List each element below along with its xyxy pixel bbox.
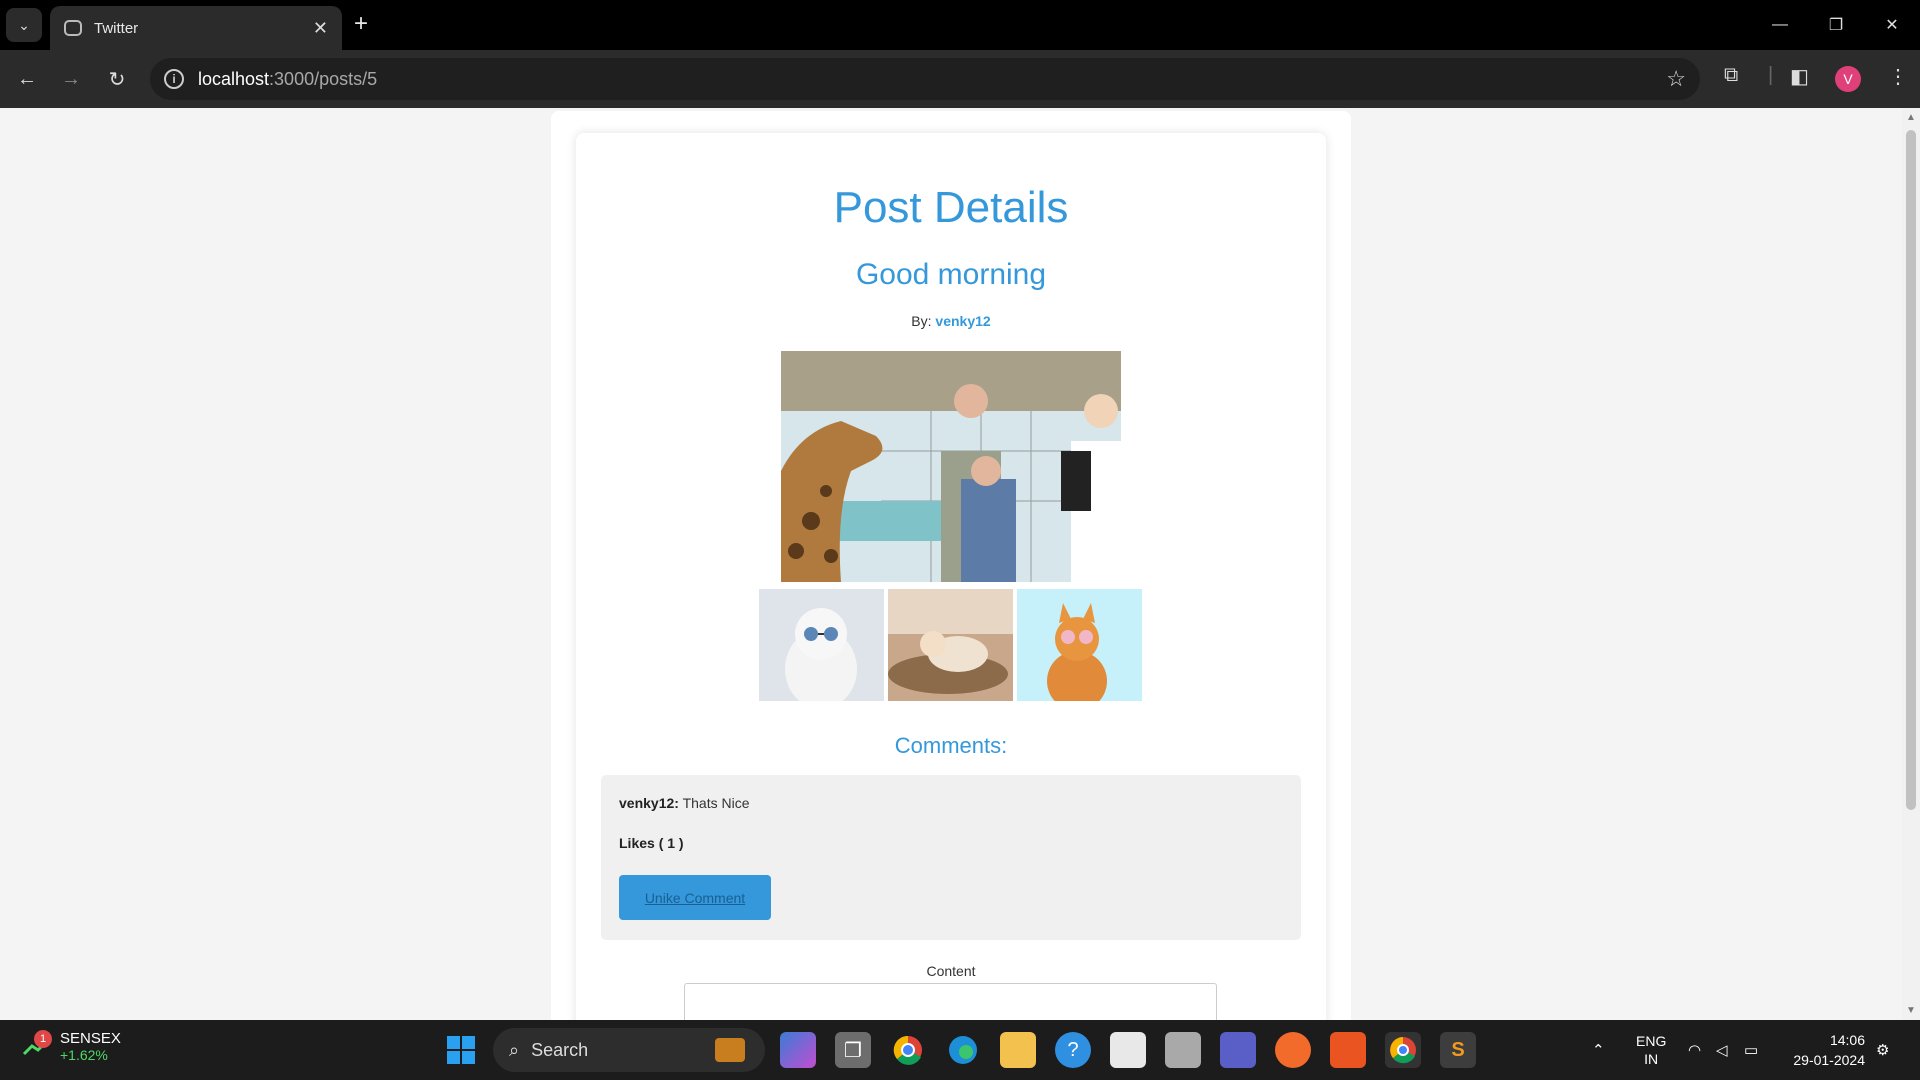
thumbnail-image[interactable] [1017, 589, 1142, 701]
tab-title: Twitter [94, 19, 139, 37]
minimize-icon[interactable]: — [1752, 0, 1808, 50]
notifications-icon[interactable]: ⚙ [1876, 1020, 1889, 1080]
bookmark-star-icon[interactable]: ☆ [1666, 66, 1686, 92]
new-tab-button[interactable]: + [354, 10, 368, 38]
clock-time: 14:06 [1829, 1032, 1865, 1048]
postman-app-icon[interactable] [1275, 1032, 1311, 1068]
taskbar-search[interactable]: ⌕ Search [493, 1028, 765, 1072]
notification-badge: 1 [34, 1029, 52, 1048]
content-input[interactable] [684, 983, 1217, 1020]
store-app-icon[interactable] [1110, 1032, 1146, 1068]
toolbar-divider: | [1768, 64, 1774, 86]
search-placeholder: Search [531, 1039, 589, 1060]
thumbnail-image[interactable] [759, 589, 884, 701]
briefcase-icon [715, 1038, 745, 1062]
extensions-icon[interactable]: ⧉ [1724, 64, 1738, 87]
help-app-icon[interactable]: ? [1055, 1032, 1091, 1068]
chevron-down-icon: ⌄ [18, 16, 30, 33]
scroll-down-icon[interactable]: ▼ [1906, 1005, 1916, 1016]
site-info-icon[interactable]: i [164, 69, 184, 89]
comment-text: venky12: Thats Nice [619, 795, 749, 811]
tab-favicon-icon [64, 20, 82, 36]
stock-chart-icon: 1 [22, 1029, 52, 1058]
url-path: :3000/posts/5 [269, 68, 378, 89]
back-button[interactable]: ← [12, 64, 42, 94]
page-title: Post Details [833, 183, 1069, 232]
address-bar[interactable]: i localhost :3000/posts/5 ☆ [150, 58, 1700, 100]
post-thumbnails [759, 589, 1142, 701]
teams-app-icon[interactable] [1220, 1032, 1256, 1068]
edge-app-icon[interactable] [945, 1032, 981, 1068]
profile-avatar[interactable]: V [1835, 66, 1861, 92]
volume-icon[interactable]: ◁ [1716, 1020, 1728, 1080]
sublime-app-icon[interactable]: S [1440, 1032, 1476, 1068]
post-main-image [781, 351, 1121, 582]
comments-heading: Comments: [894, 733, 1008, 758]
chrome-active-app-icon[interactable] [1385, 1032, 1421, 1068]
post-byline: By: venky12 [576, 313, 1326, 329]
byline-prefix: By: [911, 313, 936, 329]
comment-body: Thats Nice [678, 795, 750, 811]
browser-titlebar: ⌄ Twitter ✕ + — ❐ ✕ [0, 0, 1920, 50]
close-icon[interactable]: ✕ [313, 18, 328, 39]
battery-icon[interactable]: ▭ [1744, 1020, 1758, 1080]
ticker-change: +1.62% [60, 1047, 108, 1063]
windows-start-icon[interactable] [447, 1036, 475, 1064]
file-explorer-icon[interactable] [1000, 1032, 1036, 1068]
ticker-name: SENSEX [60, 1030, 121, 1047]
clock-date: 29-01-2024 [1793, 1052, 1865, 1068]
task-view-icon[interactable]: ❐ [835, 1032, 871, 1068]
windows-taskbar: 1 SENSEX +1.62% ⌕ Search ❐ ? S ⌃ ENG IN … [0, 1020, 1920, 1080]
tab-search-button[interactable]: ⌄ [6, 8, 42, 42]
comment-item: venky12: Thats Nice Likes ( 1 ) Unike Co… [601, 775, 1301, 940]
unlike-comment-button[interactable]: Unike Comment [619, 875, 771, 920]
copilot-app-icon[interactable] [780, 1032, 816, 1068]
window-controls: — ❐ ✕ [1752, 0, 1920, 50]
wifi-icon[interactable]: ◠ [1688, 1020, 1701, 1080]
scroll-up-icon[interactable]: ▲ [1906, 112, 1916, 123]
forward-button[interactable]: → [56, 64, 86, 94]
scrollbar-thumb[interactable] [1906, 130, 1916, 810]
page-viewport: Post Details Good morning By: venky12 Co… [0, 108, 1920, 1020]
page-container: Post Details Good morning By: venky12 Co… [551, 111, 1351, 1020]
post-card: Post Details Good morning By: venky12 Co… [576, 133, 1326, 1020]
restore-icon[interactable]: ❐ [1808, 0, 1864, 50]
comment-author: venky12: [619, 795, 679, 811]
ubuntu-app-icon[interactable] [1330, 1032, 1366, 1068]
author-link[interactable]: venky12 [935, 313, 990, 329]
side-panel-icon[interactable]: ◧ [1790, 64, 1809, 89]
url-host: localhost [198, 68, 270, 89]
post-title: Good morning [855, 258, 1047, 291]
reload-button[interactable]: ↻ [102, 64, 132, 94]
tray-overflow-icon[interactable]: ⌃ [1592, 1020, 1605, 1080]
stock-widget[interactable]: 1 SENSEX +1.62% [22, 1029, 121, 1063]
menu-kebab-icon[interactable]: ⋮ [1888, 64, 1908, 89]
chrome-app-icon[interactable] [890, 1032, 926, 1068]
language-code: ENG [1636, 1033, 1667, 1049]
content-label: Content [926, 963, 976, 979]
notes-app-icon[interactable] [1165, 1032, 1201, 1068]
page-scrollbar[interactable]: ▲ ▼ [1902, 108, 1920, 1020]
system-clock[interactable]: 14:06 29-01-2024 [1785, 1030, 1865, 1070]
language-indicator[interactable]: ENG IN [1636, 1020, 1666, 1080]
browser-toolbar: ← → ↻ i localhost :3000/posts/5 ☆ ⧉ | ◧ … [0, 50, 1920, 108]
window-close-icon[interactable]: ✕ [1864, 0, 1920, 50]
browser-tab[interactable]: Twitter ✕ [50, 6, 342, 50]
thumbnail-image[interactable] [888, 589, 1013, 701]
search-icon: ⌕ [509, 1039, 520, 1060]
comment-likes: Likes ( 1 ) [619, 835, 684, 851]
region-code: IN [1644, 1051, 1659, 1067]
